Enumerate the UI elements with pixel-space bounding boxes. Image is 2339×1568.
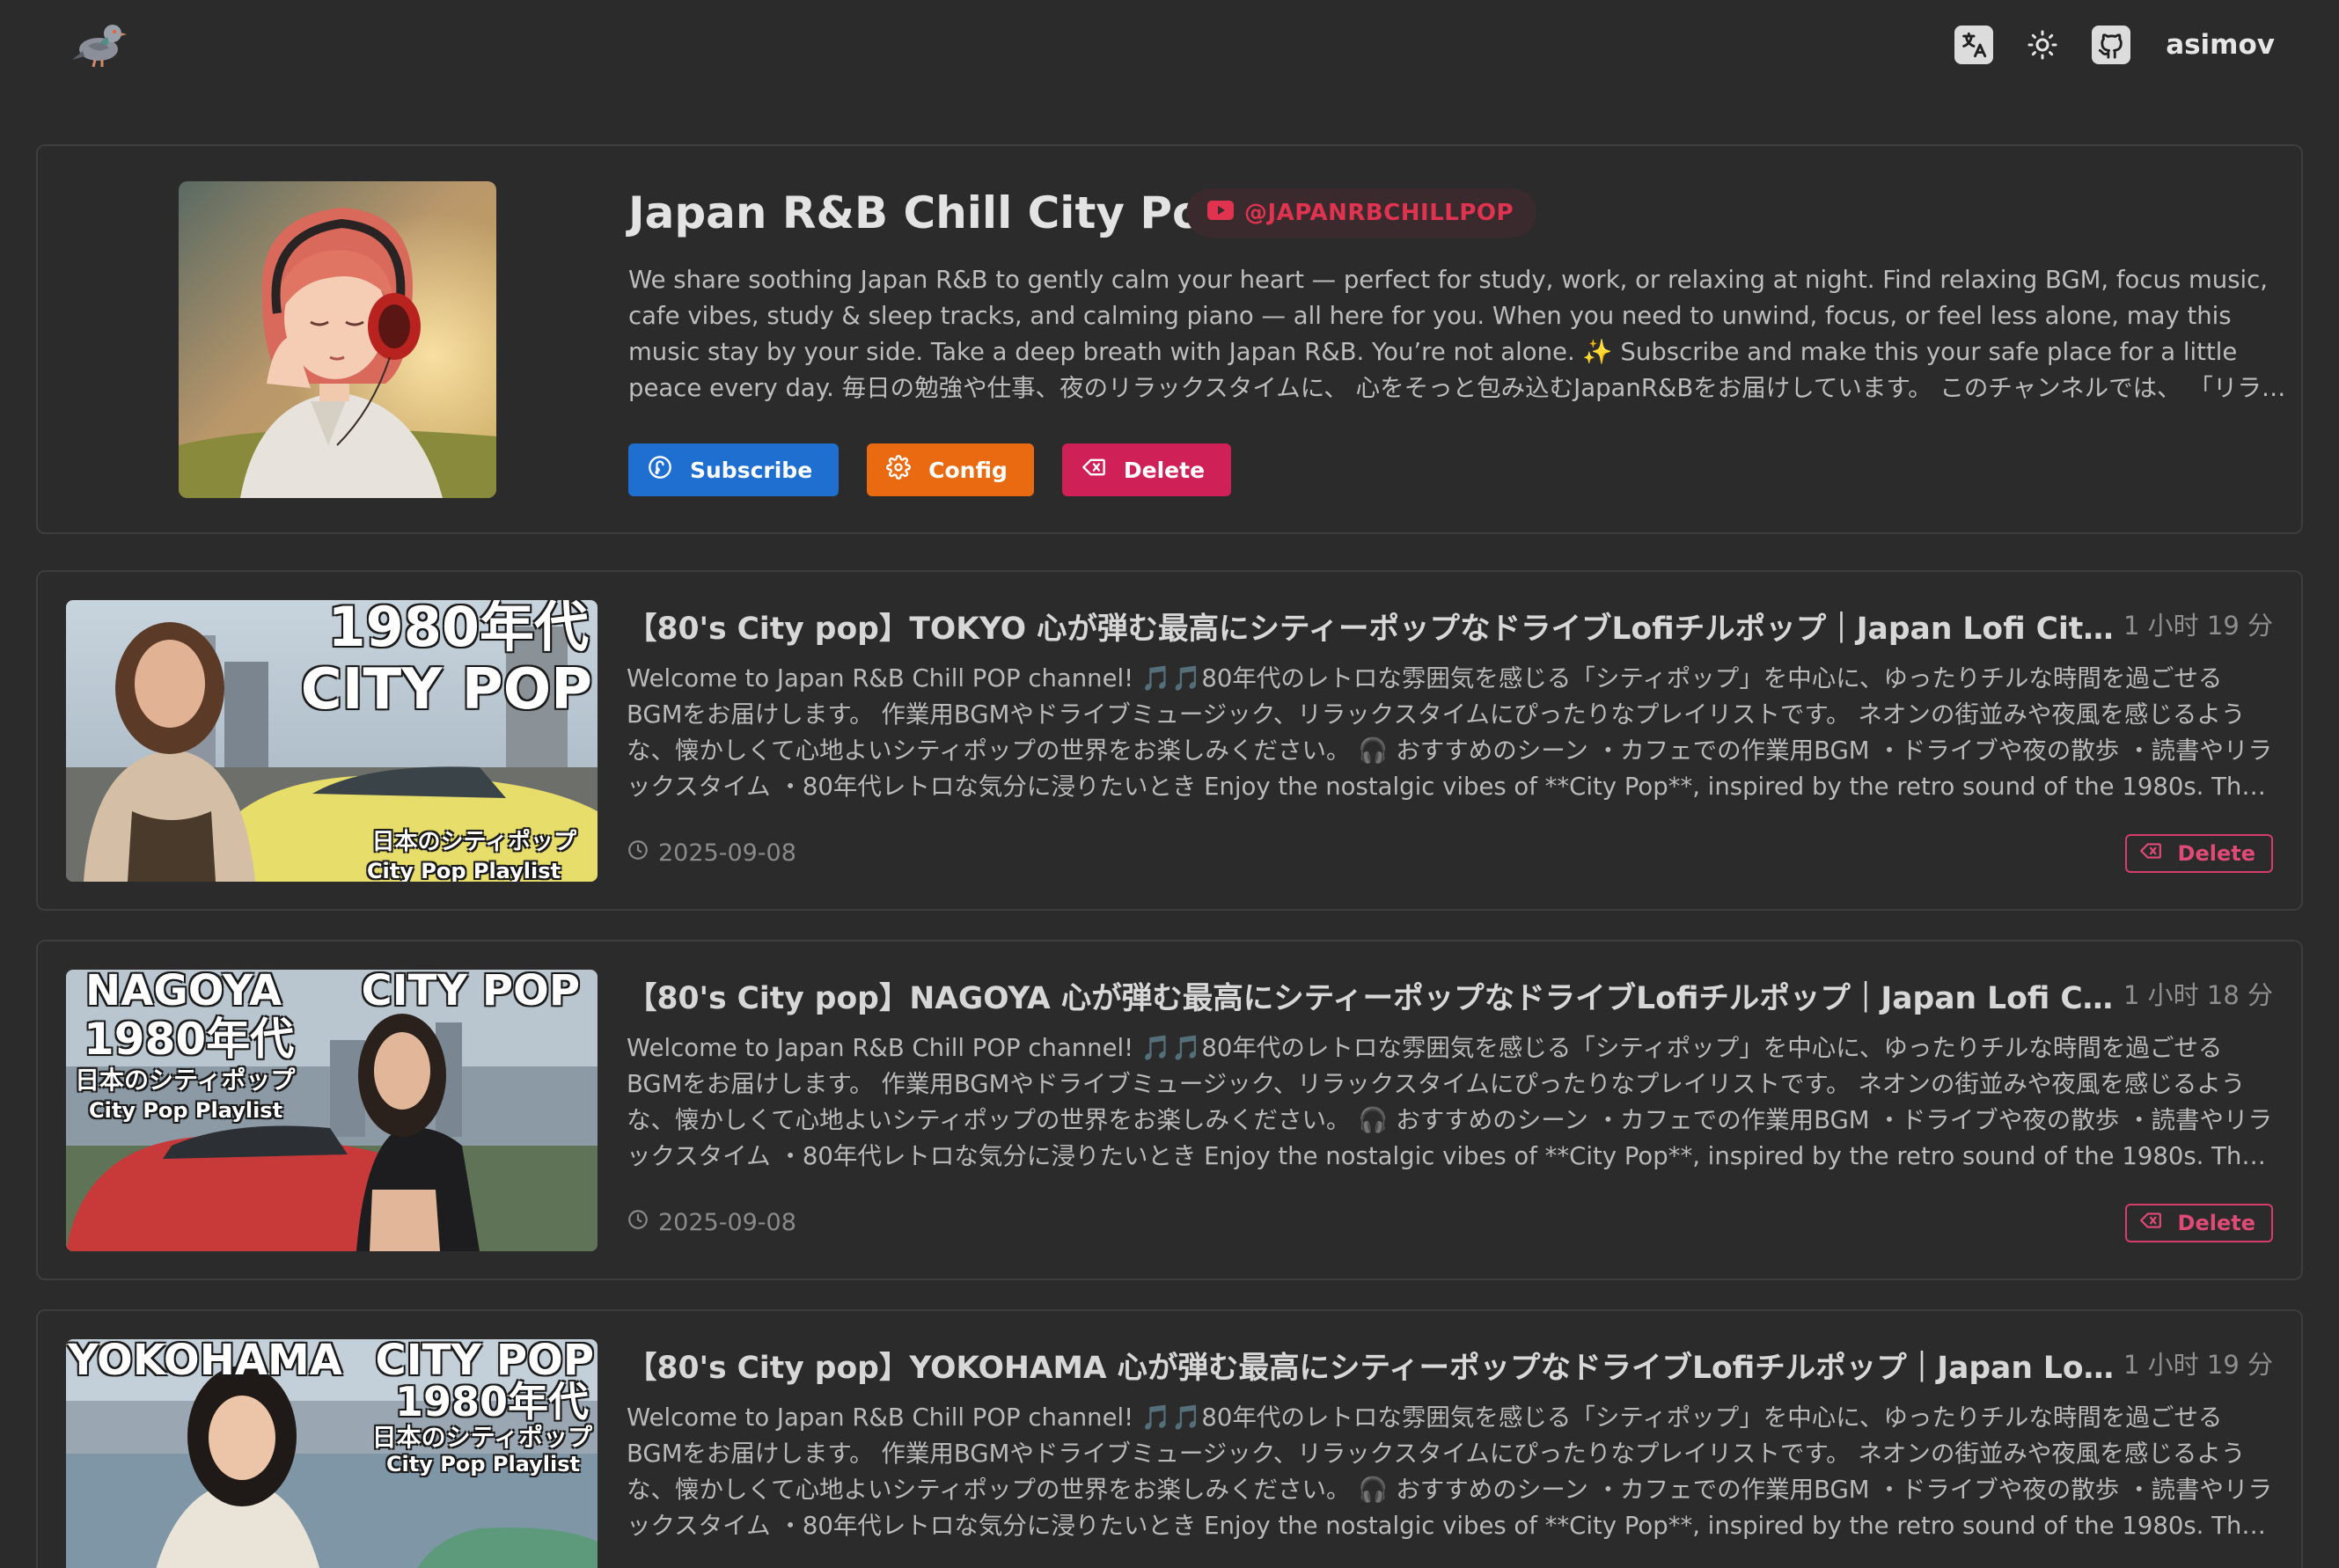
video-card[interactable]: 1980年代 CITY POP 日本のシティポップ City Pop Playl… [36,570,2303,911]
thumbnail-caption: 日本のシティポップ [371,1423,592,1452]
gear-icon [886,455,912,485]
channel-description: We share soothing Japan R&B to gently ca… [628,266,2286,402]
clock-icon [627,1208,649,1237]
video-thumbnail[interactable]: YOKOHAMA CITY POP 1980年代 日本のシティポップ City … [66,1339,598,1568]
video-description: Welcome to Japan R&B Chill POP channel! … [627,1403,2272,1540]
subscribe-button[interactable]: Subscribe [628,443,840,496]
channel-actions: Subscribe Config Delete [628,443,1232,496]
thumbnail-caption: YOKOHAMA [68,1339,342,1385]
thumbnail-caption: City Pop Playlist [366,859,561,882]
thumbnail-caption: 日本のシティポップ [75,1066,296,1095]
channel-handle: @JAPANRBCHILLPOP [1244,200,1514,226]
video-duration: 1 小时 19 分 [2123,611,2273,641]
subscribe-label: Subscribe [690,457,813,483]
video-duration: 1 小时 19 分 [2123,1350,2273,1380]
delete-channel-button[interactable]: Delete [1061,443,1232,496]
rss-icon [648,455,672,485]
translate-icon[interactable] [1954,26,1994,64]
video-thumbnail[interactable]: NAGOYA 1980年代 日本のシティポップ City Pop Playlis… [66,970,598,1251]
video-card[interactable]: NAGOYA 1980年代 日本のシティポップ City Pop Playlis… [36,940,2303,1280]
username[interactable]: asimov [2166,29,2275,61]
backspace-icon [1082,455,1106,485]
thumbnail-caption: 1980年代 [84,1014,295,1065]
delete-video-button[interactable]: Delete [2124,834,2273,873]
video-thumbnail[interactable]: 1980年代 CITY POP 日本のシティポップ City Pop Playl… [66,600,598,882]
youtube-icon [1207,200,1234,226]
channel-title: Japan R&B Chill City Pop [628,187,1235,238]
thumbnail-caption: City Pop Playlist [89,1098,283,1123]
thumbnail-caption: CITY POP [300,657,592,722]
video-title[interactable]: 【80's City pop】NAGOYA 心が弾む最高にシティーポップなドライ… [627,973,2123,1017]
video-description: Welcome to Japan R&B Chill POP channel! … [627,1034,2272,1170]
channel-avatar [179,181,496,498]
thumbnail-caption: 1980年代 [327,600,589,659]
video-date: 2025-09-08 [627,839,796,868]
video-date-text: 2025-09-08 [658,839,796,867]
thumbnail-caption: CITY POP [361,970,580,1015]
video-card[interactable]: YOKOHAMA CITY POP 1980年代 日本のシティポップ City … [36,1309,2303,1568]
video-date-text: 2025-09-08 [658,1209,796,1236]
video-duration: 1 小时 18 分 [2123,980,2273,1010]
channel-card: Japan R&B Chill City Pop @JAPANRBCHILLPO… [36,144,2303,534]
channel-handle-badge[interactable]: @JAPANRBCHILLPOP [1186,188,1537,238]
thumbnail-caption: City Pop Playlist [385,1452,580,1476]
delete-video-button[interactable]: Delete [2124,1204,2273,1242]
header-actions: asimov [1954,21,2275,69]
thumbnail-caption: 日本のシティポップ [371,829,576,855]
backspace-icon [2139,1209,2162,1237]
config-label: Config [928,457,1008,483]
delete-label: Delete [1123,457,1206,483]
thumbnail-caption: NAGOYA [85,970,282,1015]
config-button[interactable]: Config [867,443,1034,496]
backspace-icon [2139,839,2162,868]
video-description: Welcome to Japan R&B Chill POP channel! … [627,664,2272,801]
video-title[interactable]: 【80's City pop】TOKYO 心が弾む最高にシティーポップなドライブ… [627,604,2123,648]
thumbnail-caption: CITY POP [375,1339,594,1385]
top-bar: asimov [0,0,2339,88]
delete-label: Delete [2177,841,2255,866]
github-icon[interactable] [2092,26,2131,64]
clock-icon [627,839,649,868]
theme-toggle-icon[interactable] [2023,26,2062,64]
video-date: 2025-09-08 [627,1208,796,1237]
pigeon-logo-icon[interactable] [72,16,128,70]
video-title[interactable]: 【80's City pop】YOKOHAMA 心が弾む最高にシティーポップなド… [627,1343,2123,1387]
delete-label: Delete [2177,1211,2255,1235]
thumbnail-caption: 1980年代 [394,1378,589,1425]
